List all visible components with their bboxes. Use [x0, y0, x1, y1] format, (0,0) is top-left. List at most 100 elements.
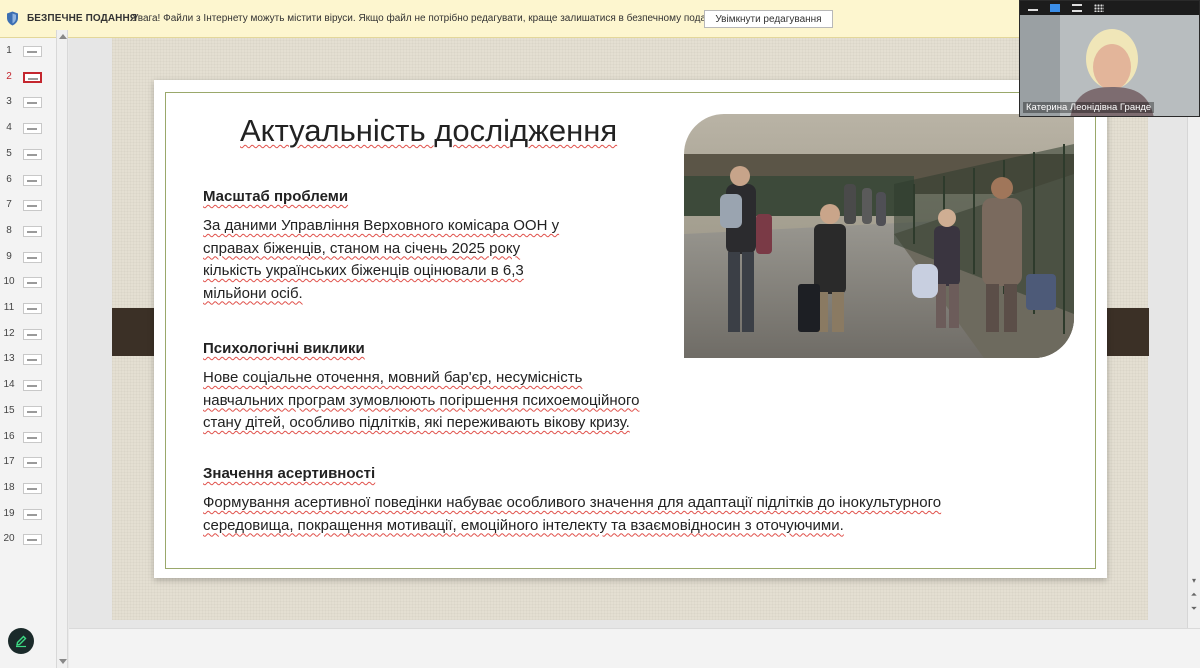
slide-thumbnail-image[interactable] [23, 200, 42, 212]
participant-video [1020, 1, 1199, 116]
text-line: навчальних програм зумовлюють погіршення… [203, 391, 640, 409]
slide-thumbnail-image[interactable] [23, 277, 42, 289]
slide-thumbnail-image[interactable] [23, 251, 42, 263]
slide-title-text: Актуальність дослідження [240, 113, 618, 148]
slide-number: 15 [3, 404, 15, 416]
slide-thumbnail-image[interactable] [23, 534, 42, 546]
slide-thumbnail-image[interactable] [23, 405, 42, 417]
gallery-view-icon[interactable] [1094, 4, 1104, 12]
slide-thumbnail-image[interactable] [23, 431, 42, 443]
video-call-window[interactable]: Катерина Леонідівна Гранде [1019, 0, 1200, 117]
slide-thumbnail-panel: 1 2 3 4 5 6 7 8 9 10 11 12 13 14 15 16 17 18 19 20 [0, 38, 56, 668]
section-text-challenges: Нове соціальне оточення, мовний бар'єр, … [203, 367, 639, 435]
thumbnail-scrollbar[interactable] [56, 30, 68, 668]
slide-thumbnail[interactable]: 20 [0, 530, 56, 548]
slide-thumbnail[interactable]: 11 [0, 299, 56, 317]
slide-thumbnail[interactable]: 9 [0, 248, 56, 266]
enable-editing-button[interactable]: Увімкнути редагування [704, 10, 833, 28]
slide-number: 12 [3, 327, 15, 339]
slide-number: 13 [3, 353, 15, 365]
section-heading-text: Психологічні виклики [203, 340, 365, 357]
photo-image [684, 114, 1074, 358]
pen-tool-button[interactable] [8, 628, 34, 654]
slide-number: 7 [6, 199, 12, 211]
section-heading-scale: Масштаб проблеми [203, 188, 348, 205]
section-text-assertiveness: Формування асертивної поведінки набуває … [203, 492, 941, 537]
text-line: Формування асертивної поведінки набуває … [203, 494, 942, 511]
vertical-scrollbar[interactable]: ▾ ⏶ ⏷ [1187, 38, 1200, 628]
text-line: кількість українських біженців оцінювали… [203, 262, 524, 279]
slide-number: 19 [3, 507, 15, 519]
slide-thumbnail-image[interactable] [23, 71, 42, 83]
slide-thumbnail[interactable]: 13 [0, 350, 56, 368]
slide-number: 3 [6, 96, 12, 108]
text-line: стану дітей, особливо підлітків, які пер… [203, 414, 630, 431]
text-line: Нове соціальне оточення, мовний бар'єр, … [203, 369, 583, 386]
slide-thumbnail[interactable]: 8 [0, 222, 56, 240]
slide-thumbnail-image[interactable] [23, 328, 42, 340]
slide-number: 17 [3, 456, 15, 468]
slide-thumbnail[interactable]: 15 [0, 402, 56, 420]
slide-number: 1 [6, 45, 12, 56]
video-controls [1020, 1, 1199, 15]
slide-thumbnail[interactable]: 16 [0, 428, 56, 446]
slide-number: 8 [6, 224, 12, 236]
slide-thumbnail[interactable]: 18 [0, 479, 56, 497]
slide-thumbnail-image[interactable] [23, 482, 42, 494]
section-heading-assertiveness: Значення асертивності [203, 465, 375, 482]
slide-thumbnail[interactable]: 17 [0, 453, 56, 471]
slide-number: 18 [3, 481, 15, 493]
stacked-view-icon[interactable] [1072, 4, 1082, 12]
slide-thumbnail-image[interactable] [23, 225, 42, 237]
protected-view-title: БЕЗПЕЧНЕ ПОДАННЯ [27, 13, 138, 24]
slide-thumbnail[interactable]: 7 [0, 196, 56, 214]
scroll-down-icon[interactable] [59, 659, 67, 664]
slide-number: 20 [3, 533, 15, 545]
slide-thumbnail[interactable]: 12 [0, 325, 56, 343]
prev-slide-icon[interactable]: ⏶ [1189, 590, 1199, 600]
slide-number: 9 [6, 250, 12, 262]
refugees-photo [684, 114, 1074, 358]
shield-icon [7, 11, 18, 26]
slide-number: 2 [6, 70, 12, 82]
slide-thumbnail-image[interactable] [23, 354, 42, 366]
slide-thumbnail[interactable]: 6 [0, 171, 56, 189]
slide-thumbnail[interactable]: 1 [0, 42, 56, 60]
minimize-icon[interactable] [1028, 9, 1038, 11]
speaker-view-icon[interactable] [1050, 4, 1060, 12]
slide-thumbnail-image[interactable] [23, 508, 42, 520]
slide-number: 11 [3, 302, 15, 313]
section-heading-challenges: Психологічні виклики [203, 340, 365, 357]
slide-thumbnail-image[interactable] [23, 380, 42, 392]
scroll-down-icon[interactable]: ▾ [1189, 576, 1199, 586]
slide-thumbnail-image[interactable] [23, 174, 42, 186]
participant-name: Катерина Леонідівна Гранде [1023, 102, 1155, 113]
status-bar [69, 628, 1200, 668]
text-line: За даними Управління Верховного комісара… [203, 217, 560, 234]
section-heading-text: Масштаб проблеми [203, 188, 349, 205]
slide-thumbnail[interactable]: 4 [0, 119, 56, 137]
section-text-scale: За даними Управління Верховного комісара… [203, 215, 559, 305]
text-line: середовища, покращення мотивації, емоцій… [203, 516, 844, 534]
slide-thumbnail-image[interactable] [23, 46, 42, 57]
slide-thumbnail-image[interactable] [23, 457, 42, 469]
slide-number: 4 [6, 122, 12, 134]
pen-icon [16, 635, 27, 648]
slide-thumbnail[interactable]: 2 [0, 68, 56, 86]
slide-number: 16 [3, 430, 15, 442]
slide-number: 10 [3, 276, 15, 288]
slide-number: 6 [6, 173, 12, 185]
slide-thumbnail[interactable]: 3 [0, 93, 56, 111]
scroll-up-icon[interactable] [59, 34, 67, 39]
slide-thumbnail-image[interactable] [23, 123, 42, 135]
slide-thumbnail-image[interactable] [23, 97, 42, 109]
slide-thumbnail[interactable]: 19 [0, 505, 56, 523]
slide-thumbnail[interactable]: 14 [0, 376, 56, 394]
slide-thumbnail-image[interactable] [23, 303, 42, 314]
text-line: мільйони осіб. [203, 284, 303, 302]
slide-thumbnail[interactable]: 10 [0, 273, 56, 291]
slide-thumbnail[interactable]: 5 [0, 145, 56, 163]
slide-thumbnail-image[interactable] [23, 148, 42, 160]
section-heading-text: Значення асертивності [203, 465, 376, 482]
next-slide-icon[interactable]: ⏷ [1189, 604, 1199, 614]
